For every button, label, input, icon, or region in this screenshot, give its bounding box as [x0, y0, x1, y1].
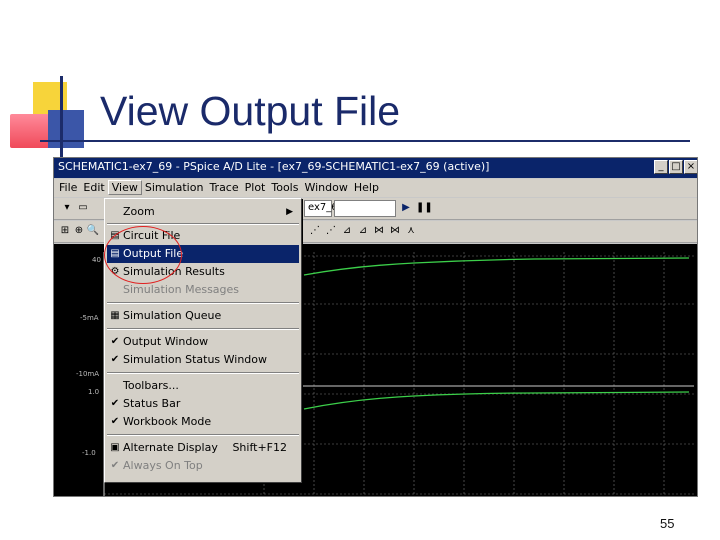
- menu-separator: [107, 328, 299, 330]
- menu-edit[interactable]: Edit: [80, 181, 107, 194]
- decor-horizontal-line: [40, 140, 690, 142]
- menu-item-simulation-messages[interactable]: Simulation Messages: [107, 281, 299, 299]
- menu-item-output-file[interactable]: ▤ Output File: [107, 245, 299, 263]
- slide-title: View Output File: [100, 88, 401, 134]
- view-menu: Zoom ▶ ▤ Circuit File ▤ Output File ⚙ Si…: [104, 198, 302, 483]
- trace-tool-5-icon[interactable]: ⋈: [372, 224, 386, 238]
- dropdown-arrow-icon[interactable]: ▾: [60, 201, 74, 215]
- profile-combo[interactable]: ex7_69: [304, 200, 344, 217]
- menu-separator: [107, 302, 299, 304]
- pause-icon[interactable]: ❚❚: [416, 201, 433, 215]
- trace-top: [303, 257, 690, 276]
- run-icon[interactable]: ▶: [399, 201, 413, 215]
- zoom-fit-icon[interactable]: ⊞: [58, 224, 72, 238]
- menu-separator: [107, 372, 299, 374]
- trace-tool-7-icon[interactable]: ⋏: [404, 224, 418, 238]
- menu-file[interactable]: File: [56, 181, 80, 194]
- window-title: SCHEMATIC1-ex7_69 - PSpice A/D Lite - [e…: [58, 160, 490, 173]
- check-icon: ✔: [110, 354, 120, 365]
- menu-plot[interactable]: Plot: [242, 181, 269, 194]
- menu-item-toolbars[interactable]: Toolbars...: [107, 377, 299, 395]
- results-icon: ⚙: [110, 266, 120, 277]
- decor-vertical-line: [60, 76, 63, 158]
- menu-window[interactable]: Window: [301, 181, 350, 194]
- menu-trace[interactable]: Trace: [206, 181, 241, 194]
- menu-item-status-bar[interactable]: ✔ Status Bar: [107, 395, 299, 413]
- trace-tool-1-icon[interactable]: ⋰: [308, 224, 322, 238]
- close-icon[interactable]: ×: [684, 160, 697, 174]
- search-combo[interactable]: [334, 200, 396, 217]
- menu-view[interactable]: View: [107, 180, 142, 195]
- menu-item-simulation-queue[interactable]: ▦ Simulation Queue: [107, 307, 299, 325]
- menu-item-workbook-mode[interactable]: ✔ Workbook Mode: [107, 413, 299, 431]
- display-icon: ▣: [110, 442, 120, 453]
- document-icon: ▤: [110, 248, 120, 259]
- menu-item-zoom[interactable]: Zoom ▶: [107, 203, 299, 221]
- check-icon: ✔: [110, 460, 120, 471]
- trace-tool-4-icon[interactable]: ⊿: [356, 224, 370, 238]
- axis-label: -1.0: [82, 449, 96, 457]
- maximize-icon[interactable]: □: [669, 160, 683, 174]
- decor-blue-square: [48, 110, 84, 148]
- menu-separator: [107, 434, 299, 436]
- check-icon: ✔: [110, 416, 120, 427]
- minimize-icon[interactable]: _: [654, 160, 668, 174]
- menu-item-alternate-display[interactable]: ▣ Alternate Display Shift+F12: [107, 439, 299, 457]
- cursor-icon[interactable]: ⊕: [72, 224, 86, 238]
- menu-separator: [107, 223, 299, 225]
- axis-label: -10mA: [76, 370, 100, 378]
- document-icon: ▤: [110, 230, 120, 241]
- menu-item-circuit-file[interactable]: ▤ Circuit File: [107, 227, 299, 245]
- check-icon: ✔: [110, 336, 120, 347]
- trace-tool-3-icon[interactable]: ⊿: [340, 224, 354, 238]
- axis-label: -5mA: [80, 314, 99, 322]
- trace-tool-6-icon[interactable]: ⋈: [388, 224, 402, 238]
- menu-help[interactable]: Help: [351, 181, 382, 194]
- menu-simulation[interactable]: Simulation: [142, 181, 207, 194]
- zoom-icon[interactable]: 🔍: [86, 224, 100, 238]
- menu-tools[interactable]: Tools: [268, 181, 301, 194]
- menu-item-output-window[interactable]: ✔ Output Window: [107, 333, 299, 351]
- new-icon[interactable]: ▭: [76, 201, 90, 215]
- trace-bottom: [303, 391, 690, 410]
- menu-item-always-on-top[interactable]: ✔ Always On Top: [107, 457, 299, 475]
- pspice-window: SCHEMATIC1-ex7_69 - PSpice A/D Lite - [e…: [53, 157, 698, 497]
- check-icon: ✔: [110, 398, 120, 409]
- page-number: 55: [660, 516, 675, 531]
- queue-icon: ▦: [110, 310, 120, 321]
- trace-tool-2-icon[interactable]: ⋰: [324, 224, 338, 238]
- axis-label: 40: [92, 256, 101, 264]
- axis-label: 1.0: [88, 388, 100, 396]
- menu-item-simulation-results[interactable]: ⚙ Simulation Results: [107, 263, 299, 281]
- submenu-arrow-icon: ▶: [286, 207, 293, 217]
- window-titlebar: SCHEMATIC1-ex7_69 - PSpice A/D Lite - [e…: [54, 158, 697, 178]
- menubar: File Edit View Simulation Trace Plot Tools Wind…: [54, 179, 697, 197]
- menu-item-simulation-status-window[interactable]: ✔ Simulation Status Window: [107, 351, 299, 369]
